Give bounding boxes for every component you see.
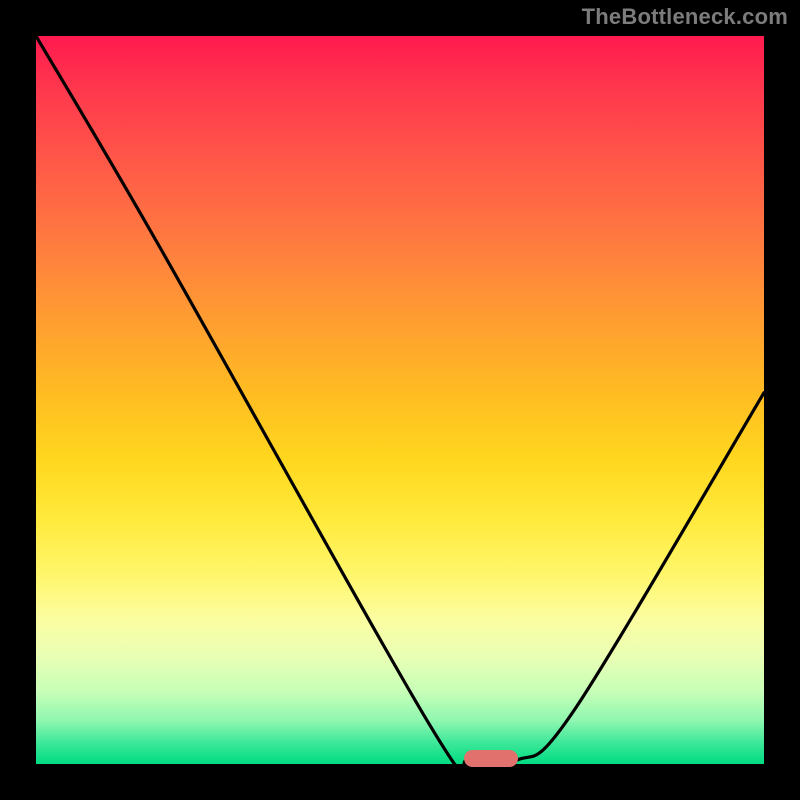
- optimal-marker: [464, 750, 517, 767]
- chart-container: TheBottleneck.com: [0, 0, 800, 800]
- attribution-label: TheBottleneck.com: [582, 4, 788, 30]
- plot-area: [36, 36, 764, 764]
- bottleneck-curve: [36, 36, 764, 764]
- curve-svg: [36, 36, 764, 764]
